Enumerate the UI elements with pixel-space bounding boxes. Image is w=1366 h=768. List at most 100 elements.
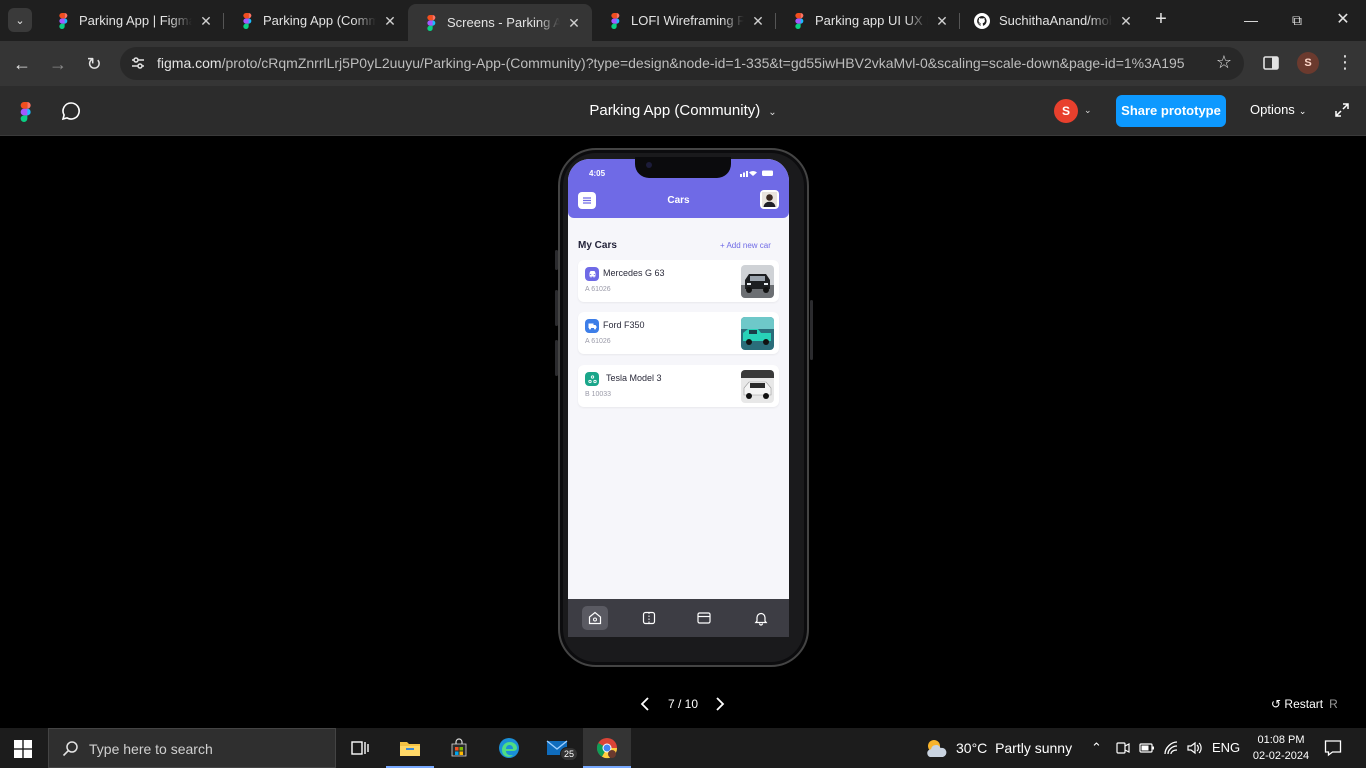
minimize-button[interactable]: —	[1237, 8, 1265, 32]
close-icon[interactable]: ✕	[382, 13, 398, 29]
close-icon[interactable]: ✕	[198, 13, 214, 29]
user-avatar[interactable]: S	[1054, 99, 1078, 123]
truck-icon	[585, 319, 599, 333]
car-card[interactable]: Tesla Model 3 B 10033	[578, 365, 779, 407]
weather-desc: Partly sunny	[995, 740, 1073, 756]
search-icon	[62, 741, 78, 757]
chrome-icon	[596, 738, 618, 759]
car-name: Ford F350	[603, 320, 645, 330]
add-new-car-link[interactable]: + Add new car	[720, 241, 771, 250]
browser-tab[interactable]: SuchithaAnand/mobil ✕	[960, 4, 1144, 37]
share-prototype-button[interactable]: Share prototype	[1116, 95, 1226, 127]
meet-now-icon[interactable]	[1116, 738, 1130, 758]
car-photo	[741, 370, 774, 403]
browser-tab-active[interactable]: Screens - Parking App ✕	[408, 4, 592, 41]
notification-icon[interactable]	[1324, 739, 1342, 757]
tab-title: LOFI Wireframing Par	[631, 13, 744, 28]
restore-icon: ⧉	[1292, 12, 1302, 28]
back-button[interactable]: ←	[9, 51, 35, 77]
close-icon: ✕	[1336, 11, 1350, 28]
figma-favicon-icon	[795, 12, 804, 29]
figma-prototype-header: Parking App (Community) ⌄ S ⌄ Share proto…	[0, 86, 1366, 136]
windows-start-icon[interactable]	[14, 740, 32, 758]
browser-tab[interactable]: Parking app UI UX Kit ✕	[776, 4, 960, 37]
file-title[interactable]: Parking App (Community)	[589, 102, 760, 119]
screen-title: Cars	[667, 195, 690, 206]
file-explorer-button[interactable]	[386, 728, 434, 768]
browser-tab[interactable]: Parking App | Figma C ✕	[40, 4, 224, 37]
edge-icon	[499, 738, 519, 758]
url-text[interactable]: figma.com/proto/cRqmZnrrlLrj5P0yL2uuyu/P…	[157, 55, 1185, 71]
close-icon[interactable]: ✕	[750, 13, 766, 29]
car-photo	[741, 265, 774, 298]
profile-avatar[interactable]	[760, 190, 779, 209]
chevron-down-icon: ⌄	[1298, 106, 1307, 116]
figma-favicon-icon	[243, 12, 252, 29]
browser-tab[interactable]: LOFI Wireframing Par ✕	[592, 4, 776, 37]
browser-toolbar: ← → ↻ figma.com/proto/cRqmZnrrlLrj5P0yL2…	[0, 41, 1366, 86]
restart-icon: ↺	[1271, 697, 1282, 711]
edge-button[interactable]	[485, 728, 533, 768]
figma-logo-icon[interactable]	[17, 102, 31, 122]
bookmark-star-icon[interactable]: ☆	[1216, 52, 1232, 73]
folder-icon	[400, 742, 420, 756]
figma-favicon-icon	[611, 12, 620, 29]
weather-temp: 30°C	[956, 740, 988, 756]
store-icon	[451, 738, 467, 757]
close-window-button[interactable]: ✕	[1329, 8, 1357, 32]
figma-favicon-icon	[427, 14, 436, 31]
tab-search-button[interactable]: ⌄	[8, 8, 32, 32]
side-panel-icon[interactable]	[1262, 54, 1280, 72]
battery-icon[interactable]	[1139, 738, 1155, 758]
clock-date: 02-02-2024	[1252, 750, 1310, 762]
chevron-down-icon[interactable]: ⌄	[1084, 105, 1092, 116]
language-indicator[interactable]: ENG	[1212, 738, 1240, 758]
fullscreen-icon[interactable]	[1334, 102, 1350, 118]
chevron-right-icon[interactable]	[711, 694, 729, 714]
camera-dot	[646, 162, 652, 168]
browser-tab[interactable]: Parking App (Commu ✕	[224, 4, 408, 37]
new-tab-button[interactable]: +	[1150, 9, 1172, 31]
chrome-button[interactable]	[583, 728, 631, 768]
taskbar-search[interactable]: Type here to search	[48, 728, 336, 768]
car-name: Mercedes G 63	[603, 268, 665, 278]
volume-icon[interactable]	[1186, 738, 1204, 758]
restart-shortcut: R	[1329, 697, 1338, 711]
microsoft-store-button[interactable]	[435, 728, 483, 768]
chevron-down-icon: ⌄	[15, 14, 25, 27]
mail-button[interactable]: 25	[534, 728, 582, 768]
show-hidden-icons[interactable]: ⌃	[1091, 738, 1102, 758]
arrow-left-icon: ←	[13, 54, 31, 74]
comment-icon[interactable]	[61, 101, 81, 121]
nav-home[interactable]	[582, 606, 608, 630]
task-view-button[interactable]	[336, 728, 384, 768]
status-icons	[740, 170, 773, 177]
restore-button[interactable]: ⧉	[1283, 8, 1311, 32]
close-icon[interactable]: ✕	[566, 15, 582, 31]
restart-button[interactable]: ↺ Restart R	[1271, 697, 1338, 711]
weather-widget[interactable]: 30°C Partly sunny	[924, 737, 1072, 759]
parking-icon	[642, 611, 656, 625]
site-info-icon[interactable]	[130, 55, 146, 71]
car-card[interactable]: Mercedes G 63 A 61026	[578, 260, 779, 302]
options-button[interactable]: Options ⌄	[1250, 102, 1306, 117]
clock[interactable]: 01:08 PM 02-02-2024	[1246, 732, 1316, 764]
nav-notifications[interactable]	[748, 606, 774, 630]
car-plate: A 61026	[585, 286, 611, 293]
close-icon[interactable]: ✕	[1118, 13, 1134, 29]
section-title: My Cars	[578, 240, 617, 251]
profile-avatar[interactable]: S	[1297, 52, 1319, 74]
reload-button[interactable]: ↻	[81, 51, 107, 77]
wifi-icon[interactable]	[1163, 738, 1179, 758]
partly-sunny-icon	[927, 740, 947, 757]
browser-menu-icon[interactable]: ⋮	[1336, 51, 1354, 75]
nav-wallet[interactable]	[691, 606, 717, 630]
chevron-down-icon[interactable]: ⌄	[768, 107, 776, 118]
close-icon[interactable]: ✕	[934, 13, 950, 29]
chevron-left-icon[interactable]	[636, 694, 654, 714]
car-card[interactable]: Ford F350 A 61026	[578, 312, 779, 354]
forward-button[interactable]: →	[45, 51, 71, 77]
figma-favicon-icon	[59, 12, 68, 29]
nav-parking[interactable]	[636, 606, 662, 630]
address-bar[interactable]: figma.com/proto/cRqmZnrrlLrj5P0yL2uuyu/P…	[120, 47, 1244, 80]
